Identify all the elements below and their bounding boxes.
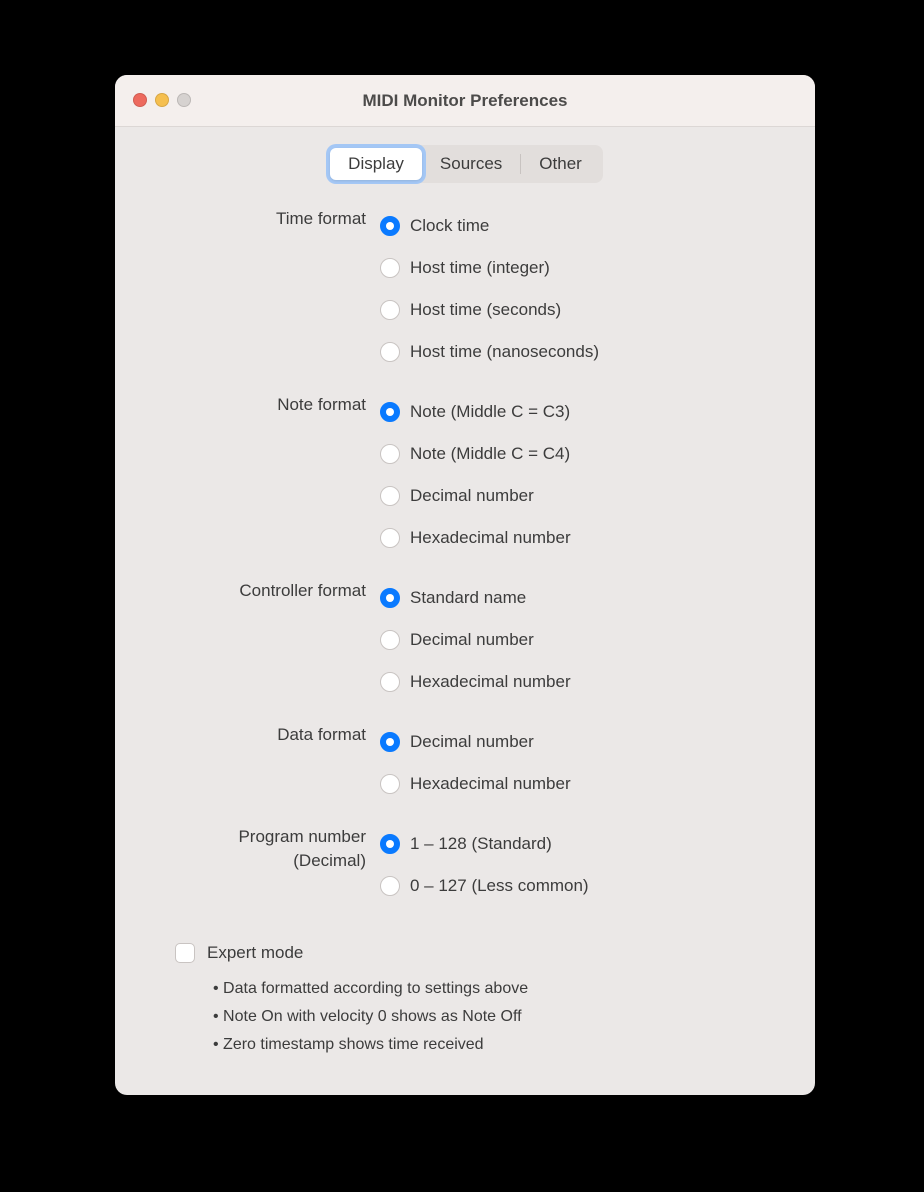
radio-icon <box>380 588 400 608</box>
radio-option[interactable]: Note (Middle C = C4) <box>380 433 775 475</box>
time-format-label: Time format <box>155 205 380 233</box>
maximize-icon <box>177 93 191 107</box>
program-number-options: 1 – 128 (Standard) 0 – 127 (Less common) <box>380 823 775 907</box>
bullet-text: Note On with velocity 0 shows as Note Of… <box>223 1008 522 1025</box>
data-format-row: Data format Decimal number Hexadecimal n… <box>155 721 775 805</box>
radio-icon <box>380 216 400 236</box>
radio-option[interactable]: Decimal number <box>380 619 775 661</box>
tab-other[interactable]: Other <box>521 148 600 180</box>
expert-mode-label: Expert mode <box>207 943 303 963</box>
bullet-item: • Zero timestamp shows time received <box>213 1031 775 1059</box>
bullet-item: • Data formatted according to settings a… <box>213 975 775 1003</box>
controller-format-options: Standard name Decimal number Hexadecimal… <box>380 577 775 703</box>
program-number-label-line1: Program number <box>155 825 366 849</box>
option-label: Host time (integer) <box>410 258 550 278</box>
tabs: Display Sources Other <box>115 127 815 187</box>
radio-icon <box>380 402 400 422</box>
data-format-options: Decimal number Hexadecimal number <box>380 721 775 805</box>
radio-option[interactable]: 1 – 128 (Standard) <box>380 823 775 865</box>
radio-option[interactable]: Note (Middle C = C3) <box>380 391 775 433</box>
option-label: Host time (seconds) <box>410 300 561 320</box>
radio-option[interactable]: Host time (nanoseconds) <box>380 331 775 373</box>
option-label: 0 – 127 (Less common) <box>410 876 589 896</box>
option-label: Hexadecimal number <box>410 672 571 692</box>
radio-icon <box>380 834 400 854</box>
tab-sources[interactable]: Sources <box>422 148 520 180</box>
program-number-label: Program number (Decimal) <box>155 823 380 873</box>
radio-option[interactable]: Hexadecimal number <box>380 517 775 559</box>
radio-icon <box>380 258 400 278</box>
controller-format-row: Controller format Standard name Decimal … <box>155 577 775 703</box>
radio-icon <box>380 630 400 650</box>
radio-icon <box>380 300 400 320</box>
tab-segment: Display Sources Other <box>327 145 603 183</box>
note-format-row: Note format Note (Middle C = C3) Note (M… <box>155 391 775 559</box>
bullet-item: • Note On with velocity 0 shows as Note … <box>213 1003 775 1031</box>
bullet-text: Zero timestamp shows time received <box>223 1036 484 1053</box>
option-label: Decimal number <box>410 486 534 506</box>
preferences-window: MIDI Monitor Preferences Display Sources… <box>115 75 815 1095</box>
controller-format-label: Controller format <box>155 577 380 605</box>
radio-icon <box>380 732 400 752</box>
radio-option[interactable]: 0 – 127 (Less common) <box>380 865 775 907</box>
radio-icon <box>380 444 400 464</box>
radio-option[interactable]: Clock time <box>380 205 775 247</box>
time-format-options: Clock time Host time (integer) Host time… <box>380 205 775 373</box>
option-label: Clock time <box>410 216 489 236</box>
radio-icon <box>380 672 400 692</box>
program-number-row: Program number (Decimal) 1 – 128 (Standa… <box>155 823 775 907</box>
time-format-row: Time format Clock time Host time (intege… <box>155 205 775 373</box>
radio-option[interactable]: Hexadecimal number <box>380 661 775 703</box>
expert-bullets: • Data formatted according to settings a… <box>213 975 775 1059</box>
expert-block: Expert mode • Data formatted according t… <box>115 935 815 1095</box>
option-label: Note (Middle C = C4) <box>410 444 570 464</box>
radio-option[interactable]: Host time (integer) <box>380 247 775 289</box>
radio-option[interactable]: Standard name <box>380 577 775 619</box>
option-label: Standard name <box>410 588 526 608</box>
option-label: 1 – 128 (Standard) <box>410 834 552 854</box>
traffic-lights <box>133 93 191 107</box>
minimize-icon[interactable] <box>155 93 169 107</box>
radio-icon <box>380 528 400 548</box>
radio-icon <box>380 486 400 506</box>
titlebar: MIDI Monitor Preferences <box>115 75 815 127</box>
checkbox-icon <box>175 943 195 963</box>
radio-icon <box>380 342 400 362</box>
note-format-options: Note (Middle C = C3) Note (Middle C = C4… <box>380 391 775 559</box>
option-label: Decimal number <box>410 630 534 650</box>
radio-icon <box>380 876 400 896</box>
radio-option[interactable]: Decimal number <box>380 475 775 517</box>
option-label: Decimal number <box>410 732 534 752</box>
option-label: Hexadecimal number <box>410 528 571 548</box>
option-label: Note (Middle C = C3) <box>410 402 570 422</box>
window-title: MIDI Monitor Preferences <box>363 91 568 111</box>
data-format-label: Data format <box>155 721 380 749</box>
tab-display[interactable]: Display <box>330 148 422 180</box>
expert-mode-checkbox-row[interactable]: Expert mode <box>175 943 775 963</box>
radio-option[interactable]: Hexadecimal number <box>380 763 775 805</box>
close-icon[interactable] <box>133 93 147 107</box>
bullet-text: Data formatted according to settings abo… <box>223 980 528 997</box>
radio-option[interactable]: Decimal number <box>380 721 775 763</box>
radio-icon <box>380 774 400 794</box>
option-label: Host time (nanoseconds) <box>410 342 599 362</box>
note-format-label: Note format <box>155 391 380 419</box>
program-number-label-line2: (Decimal) <box>155 849 366 873</box>
form: Time format Clock time Host time (intege… <box>115 187 815 935</box>
radio-option[interactable]: Host time (seconds) <box>380 289 775 331</box>
option-label: Hexadecimal number <box>410 774 571 794</box>
